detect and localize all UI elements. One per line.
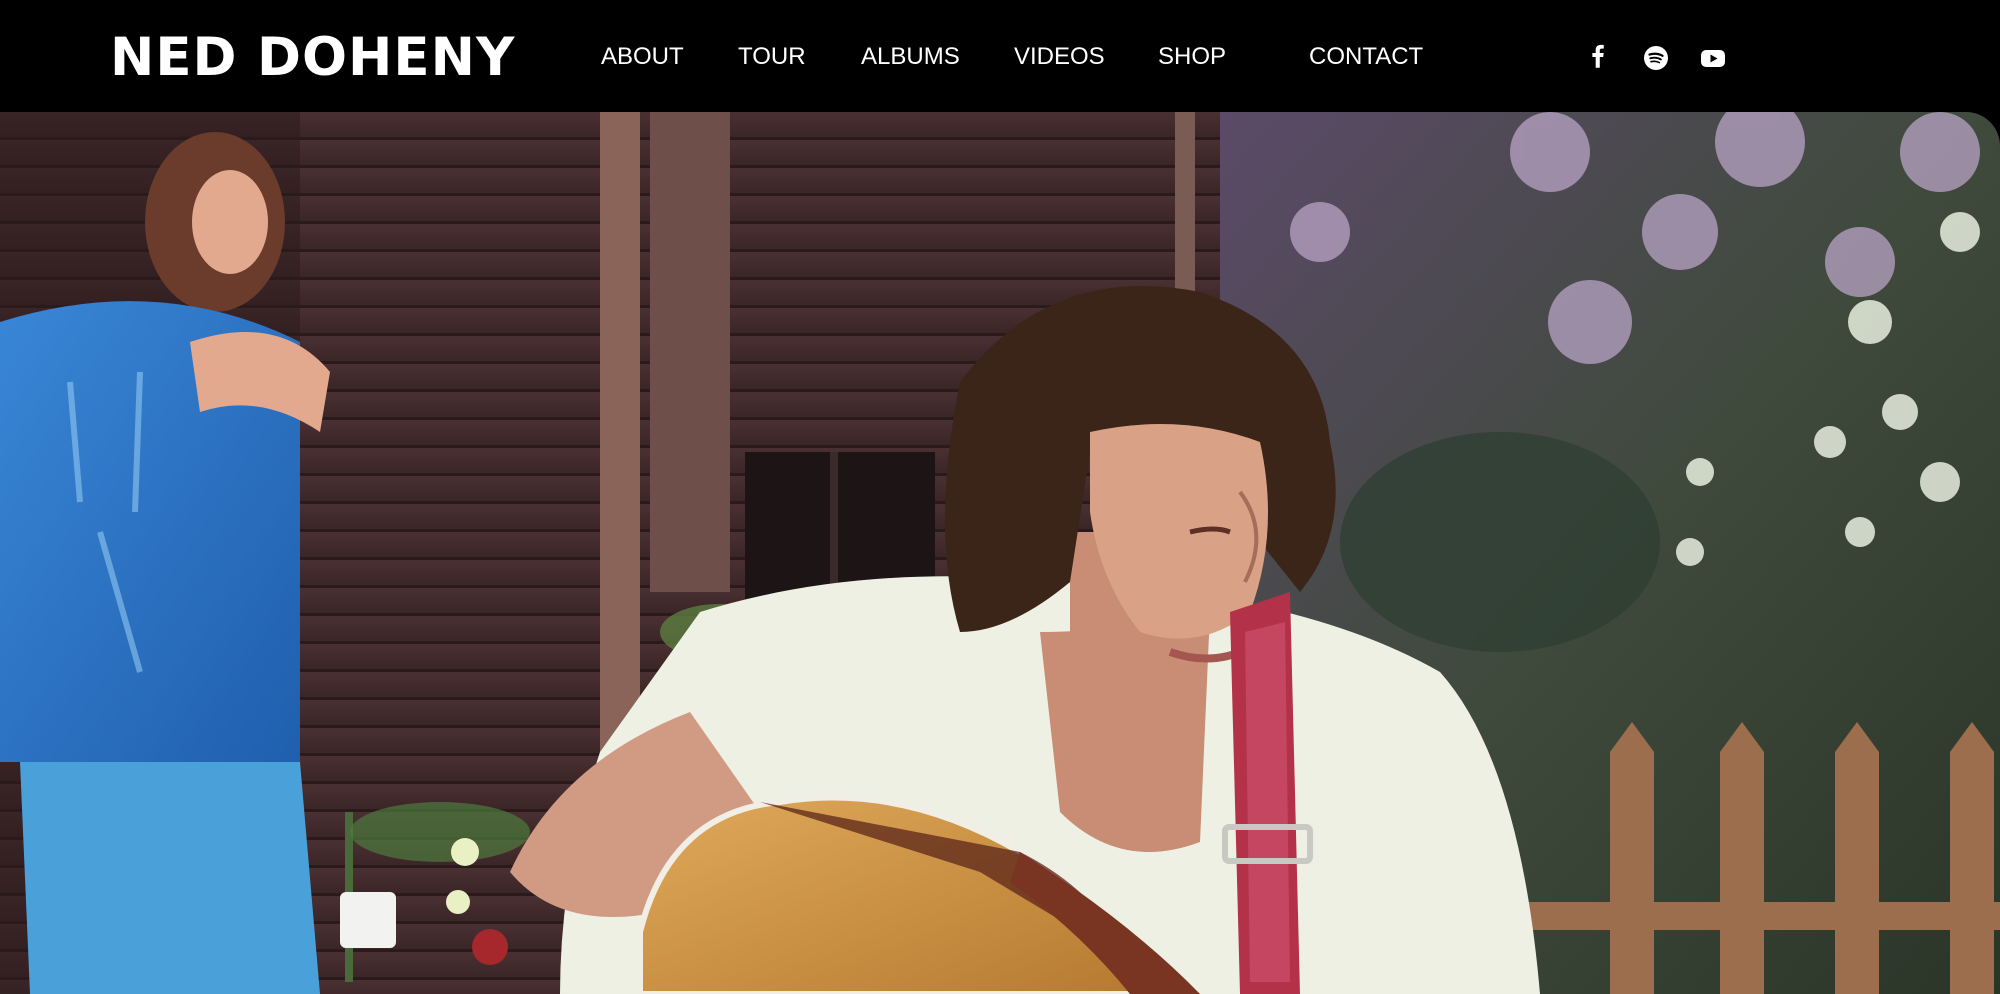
site-logo[interactable]: NED DOHENY <box>110 24 515 92</box>
nav-contact[interactable]: CONTACT <box>1309 42 1423 72</box>
nav-tour[interactable]: TOUR <box>738 42 806 72</box>
nav-albums[interactable]: ALBUMS <box>861 42 960 72</box>
page: NED DOHENY ABOUT TOUR ALBUMS VIDEOS SHOP… <box>0 0 2000 994</box>
nav-shop[interactable]: SHOP <box>1158 42 1226 72</box>
nav-videos[interactable]: VIDEOS <box>1014 42 1105 72</box>
facebook-icon[interactable] <box>1585 44 1613 72</box>
hero-banner <box>0 112 2000 994</box>
spotify-icon[interactable] <box>1642 44 1670 72</box>
hero-photo <box>0 112 2000 994</box>
youtube-icon[interactable] <box>1699 44 1727 72</box>
top-navigation-bar: NED DOHENY ABOUT TOUR ALBUMS VIDEOS SHOP… <box>0 0 2000 112</box>
nav-about[interactable]: ABOUT <box>601 42 684 72</box>
